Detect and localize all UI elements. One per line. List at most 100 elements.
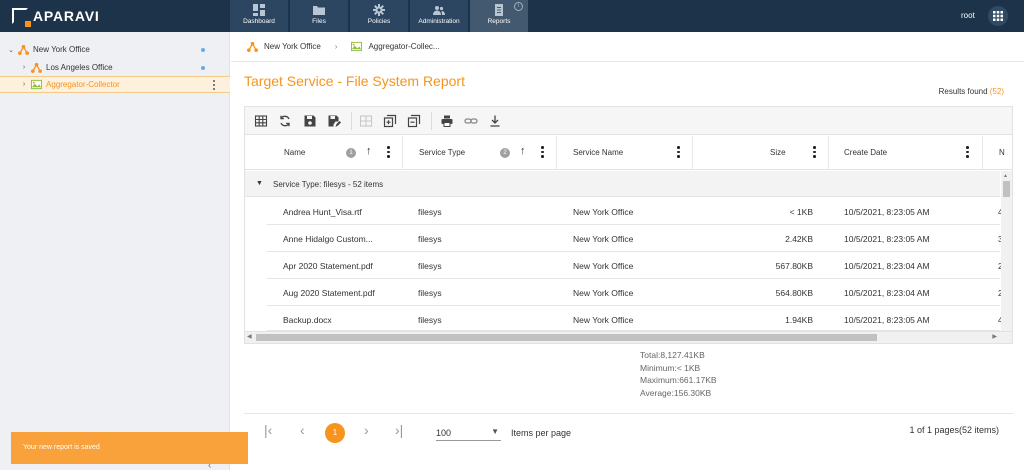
summary-total: Total:8,127.41KB bbox=[640, 350, 705, 360]
table-row[interactable]: Anne Hidalgo Custom... filesys New York … bbox=[267, 225, 1003, 252]
scroll-up-icon[interactable]: ▲ bbox=[1003, 173, 1008, 179]
column-label: Name bbox=[284, 148, 306, 157]
status-dot bbox=[201, 48, 205, 52]
cell-service-name: New York Office bbox=[573, 261, 634, 271]
cell-create-date: 10/5/2021, 8:23:04 AM bbox=[844, 261, 930, 271]
collector-icon bbox=[351, 41, 363, 51]
columns-button[interactable] bbox=[254, 114, 268, 128]
column-header-name[interactable]: Name 1 ↑ bbox=[245, 136, 403, 170]
expand-caret-icon[interactable]: › bbox=[20, 64, 28, 71]
table-row[interactable]: Apr 2020 Statement.pdf filesys New York … bbox=[267, 252, 1003, 279]
folder-icon bbox=[313, 6, 325, 15]
column-header-partial[interactable]: N bbox=[983, 136, 1012, 170]
save-button[interactable] bbox=[303, 114, 317, 128]
grid-toolbar bbox=[245, 107, 1012, 135]
tab-policies[interactable]: Policies bbox=[350, 0, 408, 32]
scroll-thumb[interactable] bbox=[256, 334, 877, 341]
sort-ascending-icon[interactable]: ↑ bbox=[366, 145, 372, 157]
column-menu-icon[interactable] bbox=[387, 146, 390, 159]
grid-header: Name 1 ↑ Service Type 2 ↑ Service Name S… bbox=[245, 136, 1012, 170]
prev-page-button[interactable]: ‹ bbox=[300, 422, 305, 438]
horizontal-scrollbar[interactable]: ◀ ▶ bbox=[245, 331, 1012, 343]
share-link-button[interactable] bbox=[464, 114, 478, 128]
tab-administration[interactable]: Administration bbox=[410, 0, 468, 32]
column-header-size[interactable]: Size bbox=[693, 136, 829, 170]
column-label: N bbox=[999, 148, 1005, 157]
download-button[interactable] bbox=[488, 114, 502, 128]
toast-notification[interactable]: Your new report is saved bbox=[11, 432, 248, 464]
group-row[interactable]: ▼ Service Type: filesys - 52 items bbox=[245, 171, 1000, 197]
column-header-create-date[interactable]: Create Date bbox=[829, 136, 983, 170]
tab-files[interactable]: Files bbox=[290, 0, 348, 32]
breadcrumb: New York Office › Aggregator-Collec... bbox=[247, 40, 440, 52]
save-as-button[interactable] bbox=[327, 114, 341, 128]
column-menu-icon[interactable] bbox=[677, 146, 680, 159]
size-summary: Total:8,127.41KB Minimum:< 1KB Maximum:6… bbox=[640, 349, 717, 399]
vertical-scrollbar[interactable]: ▲ bbox=[1001, 171, 1012, 331]
table-row[interactable]: Andrea Hunt_Visa.rtf filesys New York Of… bbox=[267, 198, 1003, 225]
cell-service-type: filesys bbox=[418, 288, 442, 298]
user-name[interactable]: root bbox=[961, 11, 975, 20]
scroll-thumb[interactable] bbox=[1003, 181, 1010, 197]
table-row[interactable]: Aug 2020 Statement.pdf filesys New York … bbox=[267, 279, 1003, 306]
page-size-select[interactable]: 100 ▼ bbox=[436, 423, 501, 441]
first-page-button[interactable]: |‹ bbox=[264, 422, 272, 438]
page-size-value: 100 bbox=[436, 428, 452, 438]
expand-caret-icon[interactable]: › bbox=[20, 81, 28, 88]
last-page-button[interactable]: ›| bbox=[395, 422, 403, 438]
column-header-service-type[interactable]: Service Type 2 ↑ bbox=[403, 136, 557, 170]
collector-icon bbox=[31, 79, 42, 90]
info-icon[interactable]: i bbox=[514, 2, 523, 11]
table-icon bbox=[254, 115, 268, 127]
tab-administration-label: Administration bbox=[418, 18, 460, 25]
breadcrumb-new-york-office[interactable]: New York Office bbox=[264, 42, 321, 51]
column-menu-icon[interactable] bbox=[813, 146, 816, 159]
tree-item-aggregator-collector[interactable]: › Aggregator-Collector bbox=[0, 76, 230, 93]
cell-name: Andrea Hunt_Visa.rtf bbox=[283, 207, 362, 217]
cell-size: 567.80KB bbox=[775, 261, 813, 271]
current-page-button[interactable]: 1 bbox=[325, 423, 345, 443]
expand-all-button[interactable] bbox=[383, 114, 397, 128]
scroll-right-icon[interactable]: ▶ bbox=[992, 333, 997, 340]
table-row[interactable]: Backup.docx filesys New York Office 1.94… bbox=[267, 306, 1003, 331]
cell-name: Anne Hidalgo Custom... bbox=[283, 234, 373, 244]
collapse-all-button[interactable] bbox=[407, 114, 421, 128]
group-label: Service Type: filesys - 52 items bbox=[273, 180, 384, 189]
column-label: Service Type bbox=[419, 148, 466, 157]
collapse-group-icon[interactable]: ▼ bbox=[256, 180, 263, 187]
grid-apps-icon bbox=[993, 11, 1003, 21]
tree-item-los-angeles-office[interactable]: › Los Angeles Office bbox=[0, 59, 230, 76]
refresh-button[interactable] bbox=[278, 114, 292, 128]
report-grid: Name 1 ↑ Service Type 2 ↑ Service Name S… bbox=[244, 106, 1013, 344]
sort-order-badge: 2 bbox=[500, 148, 510, 158]
breadcrumb-aggregator-collector[interactable]: Aggregator-Collec... bbox=[368, 42, 439, 51]
apps-menu-button[interactable] bbox=[988, 6, 1008, 26]
column-menu-icon[interactable] bbox=[541, 146, 544, 159]
cell-name: Backup.docx bbox=[283, 315, 332, 325]
next-page-button[interactable]: › bbox=[364, 422, 369, 438]
column-menu-icon[interactable] bbox=[966, 146, 969, 159]
expand-all-icon bbox=[383, 114, 397, 128]
print-button[interactable] bbox=[440, 114, 454, 128]
aparavi-logo[interactable]: APARAVI bbox=[12, 7, 100, 27]
sort-order-badge: 1 bbox=[346, 148, 356, 158]
logo-mark-icon bbox=[12, 8, 31, 27]
chevron-down-icon: ▼ bbox=[491, 427, 499, 436]
status-dot bbox=[201, 66, 205, 70]
cell-service-type: filesys bbox=[418, 207, 442, 217]
tab-dashboard[interactable]: Dashboard bbox=[230, 0, 288, 32]
summary-maximum: Maximum:661.17KB bbox=[640, 375, 717, 385]
column-header-service-name[interactable]: Service Name bbox=[557, 136, 693, 170]
more-options-icon[interactable] bbox=[213, 80, 216, 91]
tab-files-label: Files bbox=[312, 18, 326, 25]
group-button[interactable] bbox=[359, 114, 373, 128]
expand-caret-icon[interactable]: ⌄ bbox=[7, 46, 15, 54]
save-as-icon bbox=[328, 115, 341, 127]
cell-size: 564.80KB bbox=[775, 288, 813, 298]
tree-item-new-york-office[interactable]: ⌄ New York Office bbox=[0, 41, 230, 58]
grid-disabled-icon bbox=[359, 115, 373, 127]
sort-ascending-icon[interactable]: ↑ bbox=[520, 145, 526, 157]
download-icon bbox=[490, 115, 500, 127]
scroll-left-icon[interactable]: ◀ bbox=[247, 333, 252, 340]
cell-size: < 1KB bbox=[789, 207, 813, 217]
